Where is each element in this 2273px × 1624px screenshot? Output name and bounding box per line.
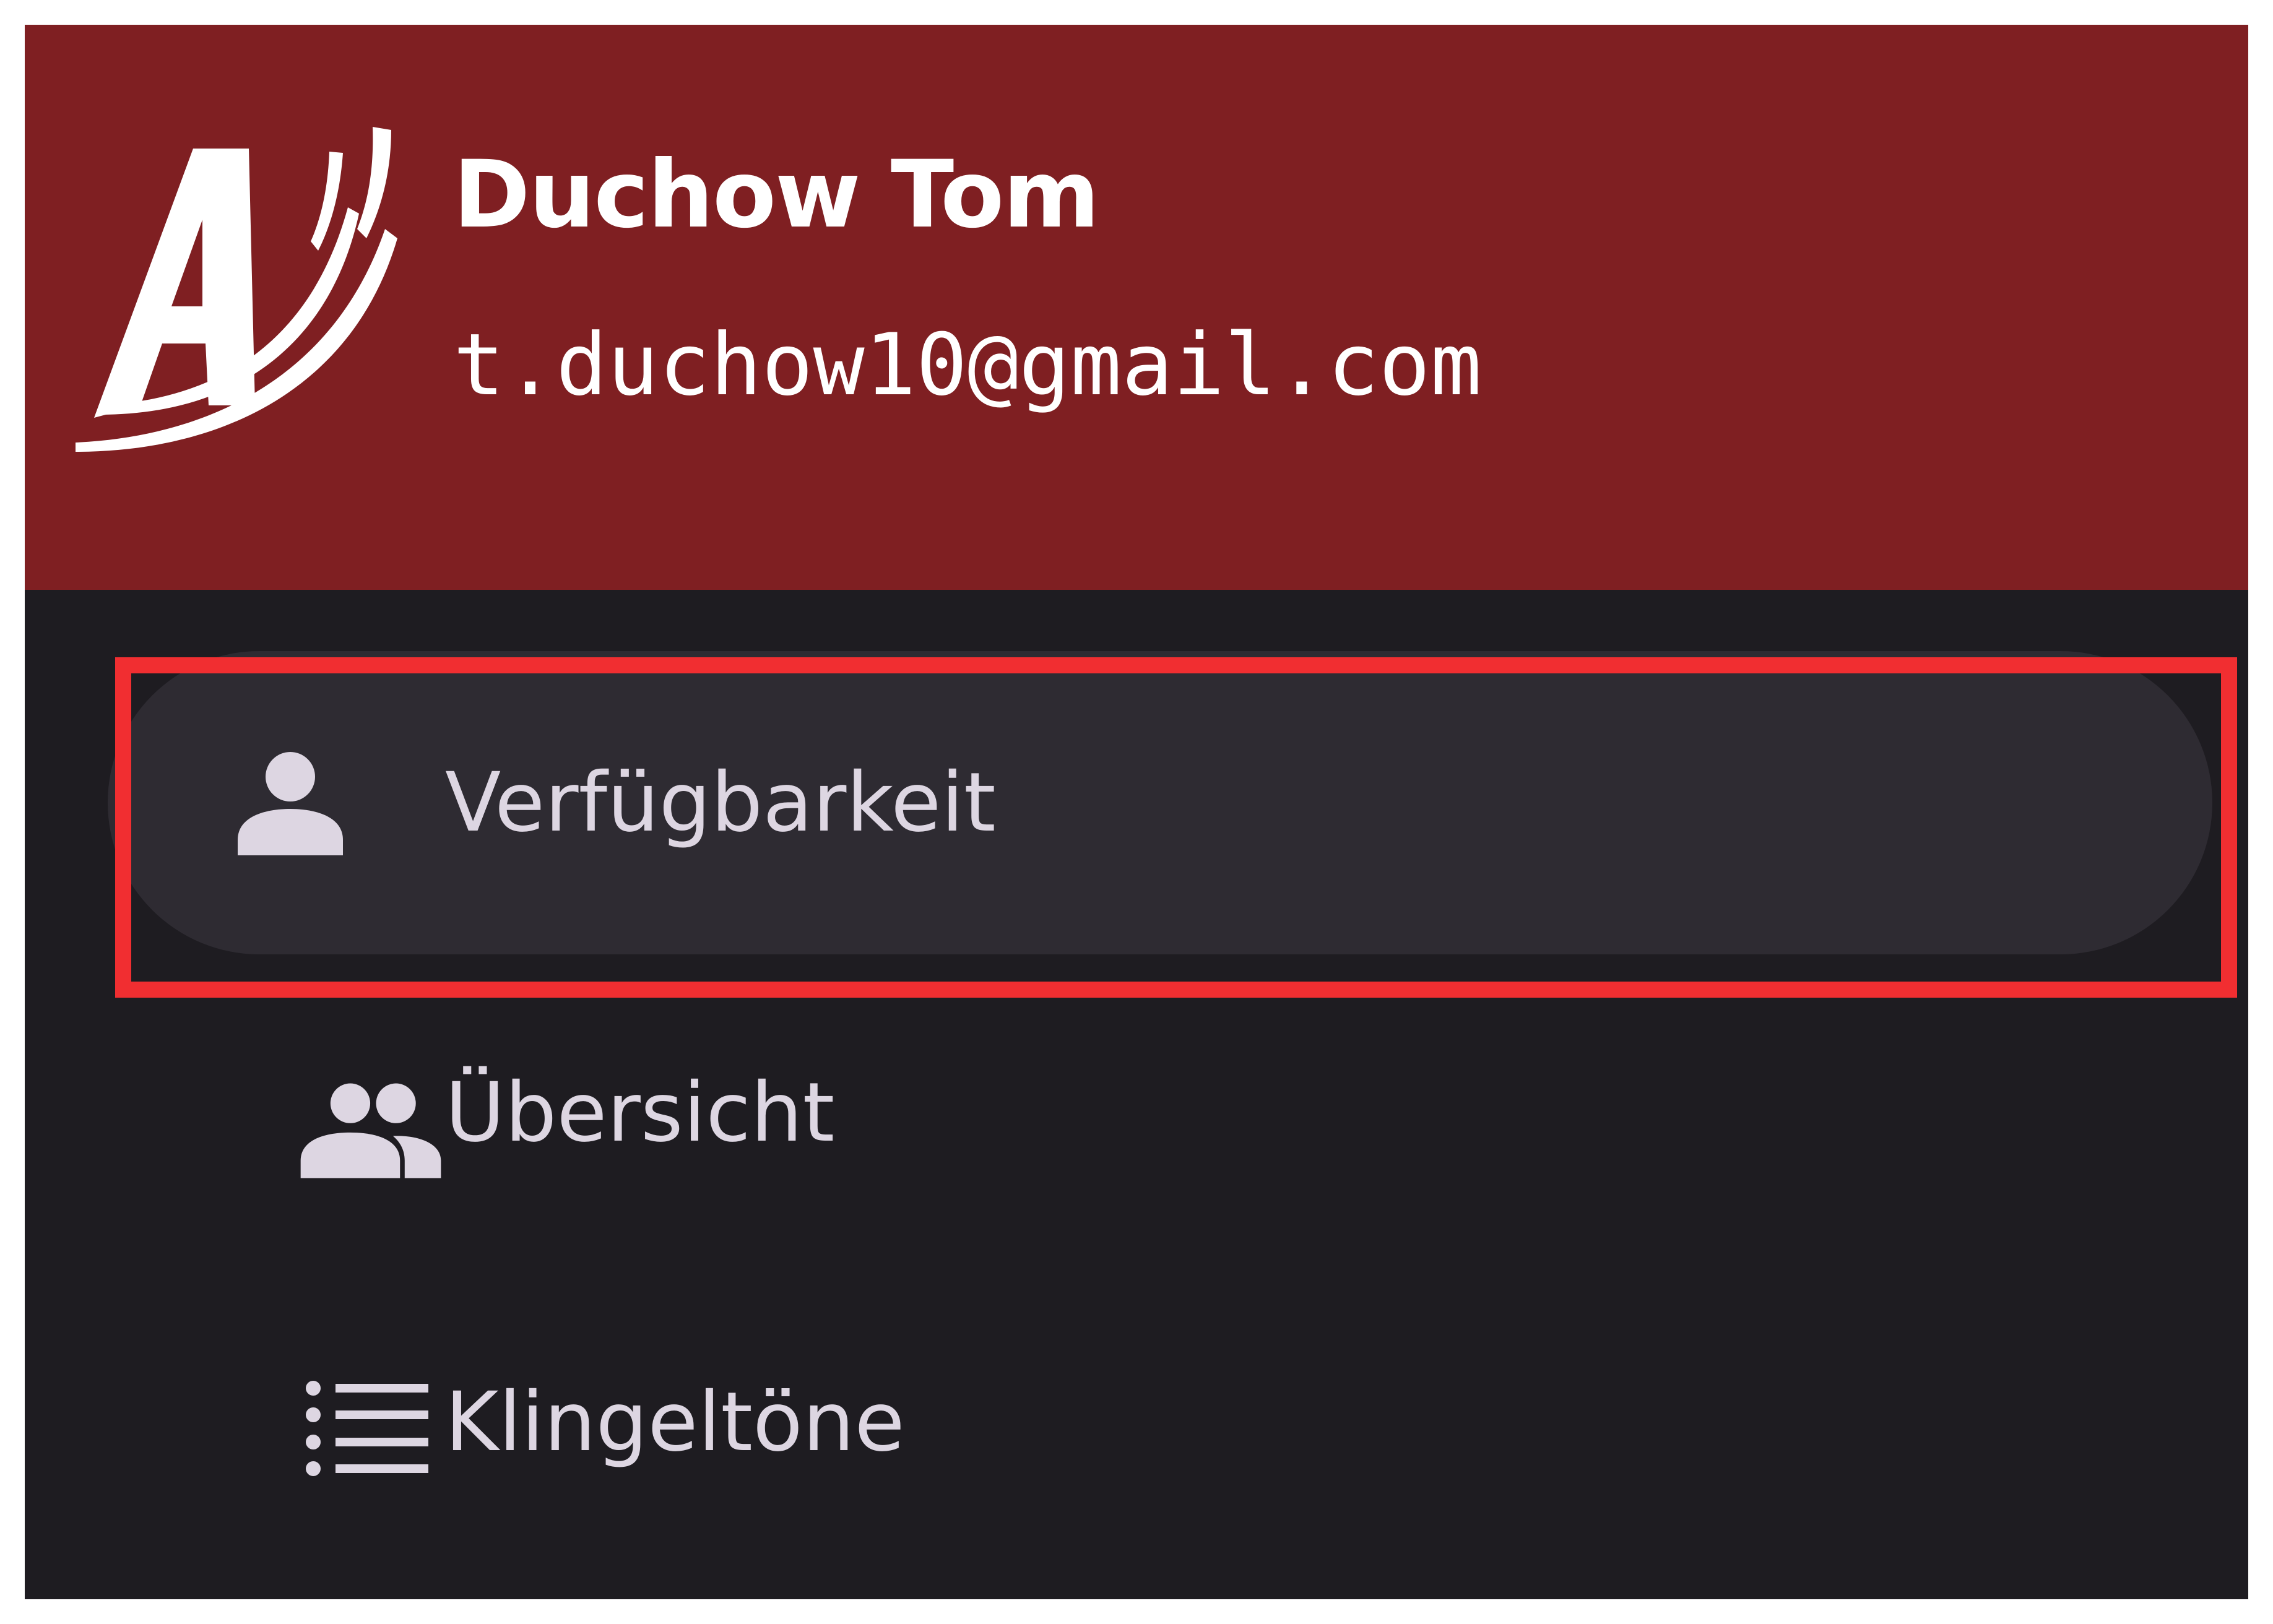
menu-item-label: Übersicht <box>445 1065 835 1160</box>
menu-item-uebersicht[interactable]: Übersicht <box>108 961 2212 1264</box>
app-logo-icon <box>76 127 397 452</box>
menu-item-klingeltoene[interactable]: Klingeltöne <box>108 1271 2212 1574</box>
group-icon <box>300 1083 441 1178</box>
menu-item-label: Klingeltöne <box>445 1375 905 1470</box>
person-icon <box>238 752 343 855</box>
list-icon <box>306 1381 428 1476</box>
user-email: t.duchow10@gmail.com <box>453 315 1482 415</box>
menu-item-label: Verfügbarkeit <box>445 755 996 850</box>
user-name: Duchow Tom <box>453 141 1100 249</box>
navigation-drawer: Duchow Tom t.duchow10@gmail.com Verfügba… <box>25 25 2248 1599</box>
menu-item-verfuegbarkeit[interactable]: Verfügbarkeit <box>108 651 2212 954</box>
drawer-header: Duchow Tom t.duchow10@gmail.com <box>25 25 2248 590</box>
